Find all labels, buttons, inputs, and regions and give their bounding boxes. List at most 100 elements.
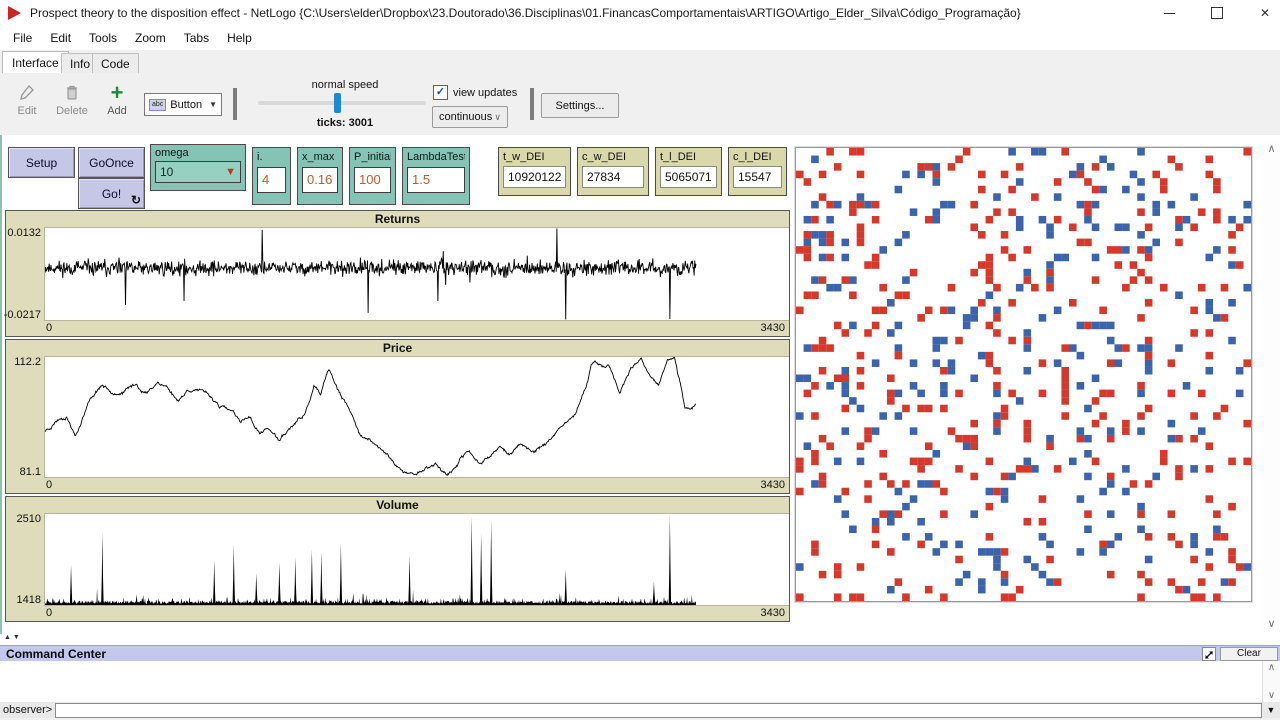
- setup-button[interactable]: Setup: [8, 147, 75, 178]
- menu-edit[interactable]: Edit: [41, 26, 80, 50]
- menu-help[interactable]: Help: [218, 26, 261, 50]
- chevron-down-icon: ∨: [494, 112, 501, 123]
- tab-interface[interactable]: Interface: [2, 51, 69, 73]
- widget-type-dropdown[interactable]: abc Button ▼: [144, 93, 222, 116]
- ticks-counter: ticks: 3001: [255, 117, 435, 129]
- y-max-label: 112.2: [14, 356, 41, 368]
- monitor-c-l-dei: c_l_DEI 15547: [728, 147, 787, 196]
- title-bar: Prospect theory to the disposition effec…: [0, 0, 1280, 27]
- x-min-label: 0: [46, 478, 52, 493]
- edit-tool-button[interactable]: Edit: [12, 83, 42, 117]
- plot-canvas-price: [44, 356, 789, 478]
- close-icon: ✕: [1260, 6, 1270, 20]
- plot-title: Price: [6, 340, 789, 356]
- input-label: i.: [257, 151, 286, 163]
- command-input-row: observer> ▼: [0, 702, 1280, 718]
- menu-file[interactable]: File: [4, 26, 41, 50]
- chooser-label: omega: [155, 147, 241, 159]
- expand-icon[interactable]: [1202, 647, 1216, 661]
- input-value[interactable]: 100: [354, 167, 391, 193]
- world-view[interactable]: [795, 147, 1252, 602]
- scroll-down-icon[interactable]: ∨: [1263, 690, 1280, 701]
- speed-slider-track[interactable]: [258, 101, 426, 105]
- input-label: P_initial: [354, 151, 391, 163]
- x-max-label: 3430: [761, 606, 785, 621]
- toolbar-separator: [530, 88, 534, 120]
- y-min-label: -0.0217: [4, 309, 41, 321]
- command-scrollbar[interactable]: ∧ ∨: [1262, 661, 1280, 702]
- y-max-label: 2510: [17, 513, 41, 525]
- toolbar-separator: [233, 88, 237, 120]
- input-value[interactable]: 1.5: [407, 167, 465, 193]
- forever-icon: ↻: [131, 193, 141, 207]
- add-tool-button[interactable]: + Add: [102, 83, 132, 117]
- y-axis-labels: 112.2 81.1: [6, 356, 44, 478]
- input-p-initial[interactable]: P_initial 100: [349, 147, 396, 205]
- interface-scrollbar[interactable]: ∧ ∨: [1263, 140, 1280, 632]
- scroll-up-icon[interactable]: ∧: [1263, 142, 1280, 155]
- monitor-value: 10920122: [503, 166, 566, 188]
- scroll-down-icon[interactable]: ∨: [1263, 617, 1280, 630]
- view-updates-group: ✓ view updates: [433, 85, 517, 100]
- monitor-value: 15547: [733, 166, 782, 188]
- chevron-down-icon: ▼: [209, 100, 217, 109]
- input-i[interactable]: i. 4: [252, 147, 291, 205]
- input-value[interactable]: 4: [257, 167, 286, 193]
- update-mode-dropdown[interactable]: continuous ∨: [432, 106, 508, 128]
- minimize-button[interactable]: [1146, 0, 1192, 26]
- monitor-c-w-dei: c_w_DEI 27834: [577, 147, 649, 196]
- observer-prompt: observer>: [0, 704, 55, 716]
- input-label: LambdaTeste: [407, 151, 465, 163]
- y-min-label: 1418: [17, 594, 41, 606]
- menu-zoom[interactable]: Zoom: [126, 26, 175, 50]
- command-center-title: Command Center: [0, 647, 106, 661]
- scroll-up-icon[interactable]: ∧: [1263, 662, 1280, 673]
- monitor-value: 5065071: [660, 166, 717, 188]
- input-value[interactable]: 0.16: [302, 167, 338, 193]
- minimize-icon: [1164, 13, 1175, 14]
- x-max-label: 3430: [761, 478, 785, 493]
- speed-slider-thumb[interactable]: [334, 93, 341, 113]
- omega-chooser[interactable]: omega 10 ▼: [150, 144, 246, 191]
- interface-canvas: Setup GoOnce Go! ↻ omega 10 ▼ i. 4 x_max…: [0, 135, 1280, 634]
- abc-widget-icon: abc: [149, 99, 166, 111]
- y-min-label: 81.1: [20, 466, 41, 478]
- menu-tabs[interactable]: Tabs: [175, 26, 218, 50]
- monitor-label: t_l_DEI: [660, 151, 717, 163]
- netlogo-logo-icon: [8, 6, 21, 20]
- close-button[interactable]: ✕: [1242, 0, 1280, 26]
- menu-tools[interactable]: Tools: [80, 26, 126, 50]
- chooser-selected-value: 10: [160, 165, 173, 179]
- go-once-button-label: GoOnce: [89, 156, 134, 170]
- go-forever-button[interactable]: Go! ↻: [78, 178, 145, 209]
- update-mode-value: continuous: [439, 111, 492, 123]
- input-x-max[interactable]: x_max 0.16: [297, 147, 343, 205]
- x-axis-labels: 0 3430: [44, 321, 789, 336]
- chooser-value[interactable]: 10 ▼: [155, 161, 241, 183]
- clear-button[interactable]: Clear: [1220, 647, 1278, 661]
- maximize-button[interactable]: [1194, 0, 1240, 26]
- command-center-header: Command Center Clear: [0, 645, 1280, 662]
- delete-tool-label: Delete: [56, 105, 88, 117]
- view-updates-label: view updates: [453, 87, 517, 99]
- delete-tool-button[interactable]: Delete: [52, 83, 92, 117]
- input-label: x_max: [302, 151, 338, 163]
- widget-type-value: Button: [170, 99, 202, 111]
- settings-button[interactable]: Settings...: [541, 93, 619, 118]
- go-once-button[interactable]: GoOnce: [78, 147, 145, 178]
- view-updates-checkbox[interactable]: ✓: [433, 85, 448, 100]
- tab-code[interactable]: Code: [92, 53, 139, 73]
- go-button-label: Go!: [102, 187, 121, 201]
- dropdown-arrow-icon: ▼: [225, 166, 236, 178]
- plot-volume: Volume 2510 1418 0 3430: [5, 496, 790, 622]
- monitor-label: c_l_DEI: [733, 151, 782, 163]
- command-input[interactable]: [55, 703, 1262, 718]
- input-lambda-teste[interactable]: LambdaTeste 1.5: [402, 147, 470, 205]
- history-dropdown-icon[interactable]: ▼: [1262, 705, 1280, 715]
- command-center-output[interactable]: ∧ ∨: [0, 661, 1280, 703]
- add-tool-label: Add: [107, 105, 127, 117]
- splitter-arrows-icon[interactable]: ▲▼: [4, 634, 22, 641]
- plot-title: Returns: [6, 211, 789, 227]
- window-title: Prospect theory to the disposition effec…: [30, 6, 1021, 20]
- setup-button-label: Setup: [26, 156, 57, 170]
